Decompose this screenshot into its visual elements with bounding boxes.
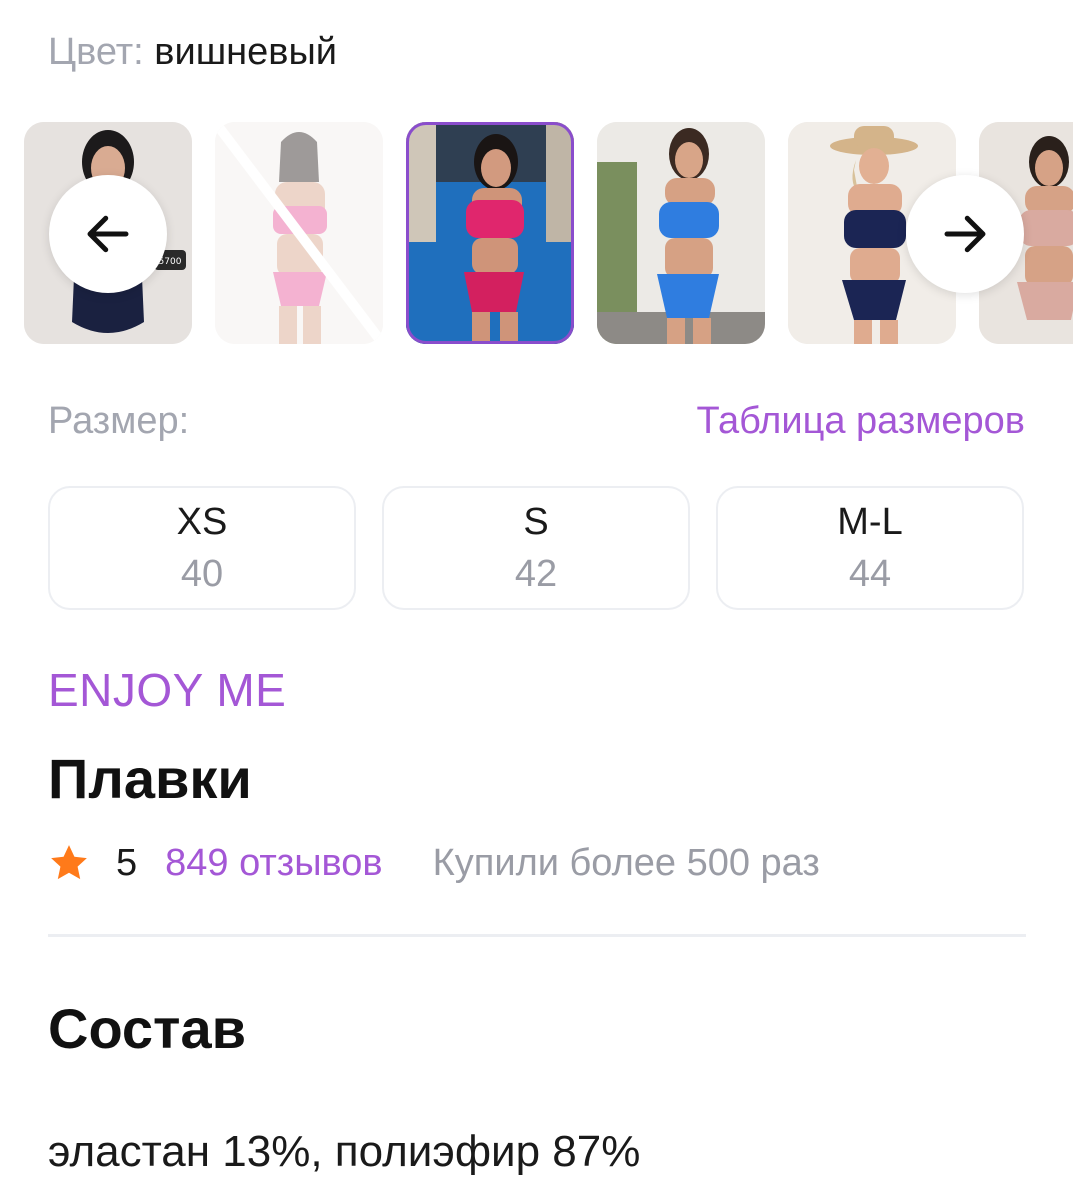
product-page: Цвет: вишневый 5700 Размер: Таблица разм… (0, 0, 1073, 1200)
size-chart-link[interactable]: Таблица размеров (696, 396, 1025, 446)
size-number: 40 (180, 553, 224, 595)
arrow-left-icon (87, 215, 129, 253)
rating-value: 5 (116, 842, 138, 884)
arrow-right-icon (944, 215, 986, 253)
size-number: 42 (514, 553, 558, 595)
divider (48, 934, 1026, 937)
product-meta: 5 849 отзывов Купили более 500 раз (48, 838, 820, 888)
size-header: Размер: Таблица размеров (48, 396, 1025, 446)
size-option-xs[interactable]: XS 40 (48, 486, 356, 610)
size-option-s[interactable]: S 42 (382, 486, 690, 610)
thumbnail-cherry-bikini[interactable] (406, 122, 574, 344)
size-letter: M-L (837, 501, 903, 543)
size-options: XS 40 S 42 M-L 44 (48, 486, 1026, 610)
carousel-next-button[interactable] (906, 175, 1024, 293)
selected-frame (406, 122, 574, 344)
thumbnail-blue-bikini[interactable] (597, 122, 765, 344)
color-value: вишневый (154, 31, 338, 73)
brand-link[interactable]: ENJOY ME (48, 662, 286, 718)
carousel-prev-button[interactable] (49, 175, 167, 293)
size-letter: S (523, 501, 549, 543)
size-option-m-l[interactable]: M-L 44 (716, 486, 1024, 610)
composition-title: Состав (48, 997, 247, 1060)
color-row: Цвет: вишневый (48, 28, 337, 76)
purchases-count: Купили более 500 раз (432, 842, 820, 884)
composition-text: эластан 13%, полиэфир 87% (48, 1127, 641, 1176)
size-number: 44 (848, 553, 892, 595)
size-label: Размер: (48, 400, 190, 442)
price-sticker: 5700 (159, 257, 182, 267)
color-label: Цвет: (48, 31, 144, 73)
thumbnail-pink-bikini[interactable] (215, 122, 383, 344)
reviews-link[interactable]: 849 отзывов (165, 838, 382, 888)
star-icon (51, 845, 87, 880)
product-title: Плавки (48, 747, 252, 810)
size-letter: XS (176, 501, 228, 543)
